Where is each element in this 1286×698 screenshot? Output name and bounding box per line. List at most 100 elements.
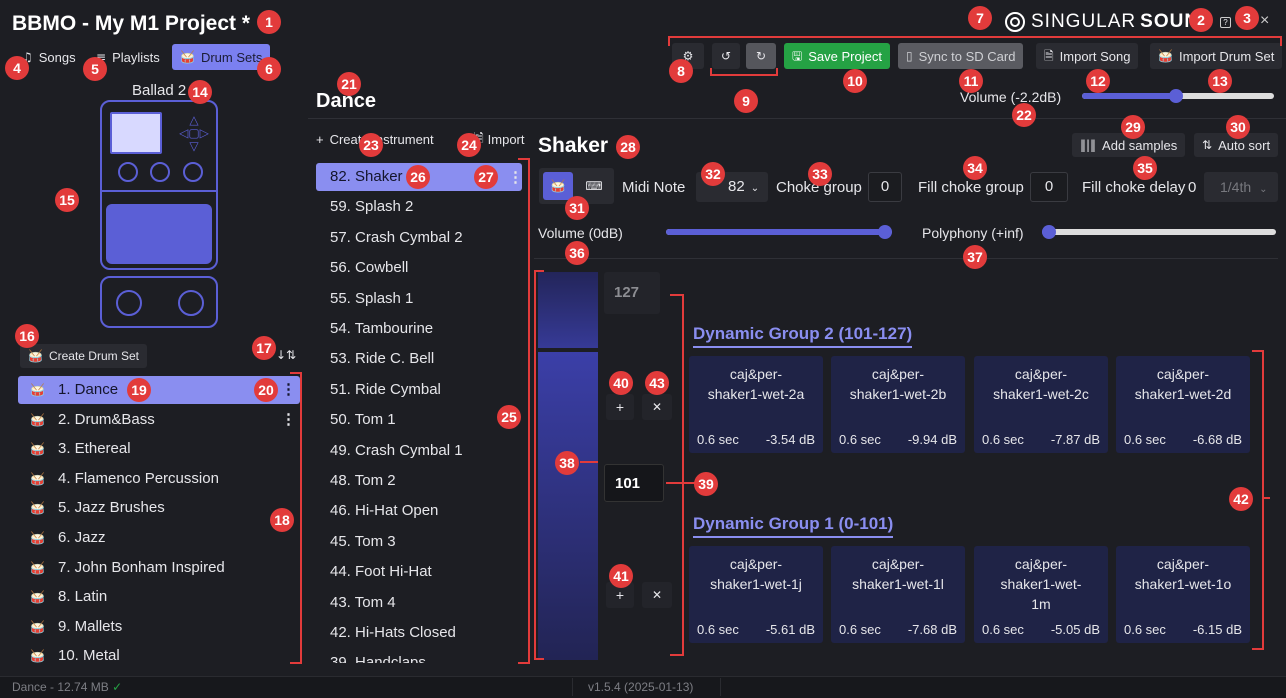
- sample-card[interactable]: caj&per-shaker1-wet-2d 0.6 sec -6.68 dB: [1116, 356, 1250, 453]
- window-title: BBMO - My M1 Project *: [12, 12, 251, 35]
- callout-badge: 1: [257, 10, 281, 34]
- pedal-aux-switch[interactable]: [100, 276, 218, 328]
- chevron-down-icon: ⌄: [750, 183, 760, 194]
- instrument-label: 49. Crash Cymbal 1: [330, 441, 463, 459]
- tab-drum-sets-label: Drum Sets: [200, 49, 263, 65]
- callout-badge: 19: [127, 378, 151, 402]
- sample-card[interactable]: caj&per-shaker1-wet-1o 0.6 sec -6.15 dB: [1116, 546, 1250, 643]
- create-instrument-button[interactable]: + Create Instrument: [316, 132, 466, 147]
- instrument-title: Shaker: [538, 134, 609, 157]
- callout-badge: 16: [15, 324, 39, 348]
- delete-group-icon[interactable]: ✕: [642, 582, 672, 608]
- sample-duration: 0.6 sec: [697, 432, 739, 447]
- fill-choke-delay-label: Fill choke delay: [1082, 179, 1186, 196]
- delete-group-icon[interactable]: ✕: [642, 394, 672, 420]
- save-project-label: Save Project: [808, 48, 882, 64]
- sample-duration: 0.6 sec: [697, 622, 739, 637]
- sample-card[interactable]: caj&per-shaker1-wet-2a 0.6 sec -3.54 dB: [689, 356, 823, 453]
- instrument-label: 42. Hi-Hats Closed: [330, 624, 456, 641]
- instrument-item[interactable]: 55. Splash 1: [316, 285, 522, 313]
- tab-drum-sets[interactable]: 🥁 Drum Sets: [172, 44, 271, 70]
- sample-card[interactable]: caj&per-shaker1-wet-1j 0.6 sec -5.61 dB: [689, 546, 823, 643]
- drum-view-button[interactable]: 🥁: [543, 172, 573, 200]
- callout-badge: 12: [1086, 69, 1110, 93]
- sample-card[interactable]: caj&per-shaker1-wet-1l 0.6 sec -7.68 dB: [831, 546, 965, 643]
- instrument-item[interactable]: 43. Tom 4: [316, 589, 522, 617]
- drum-set-item[interactable]: 🥁 9. Mallets: [18, 613, 300, 641]
- drum-set-label: 8. Latin: [58, 588, 108, 606]
- fill-choke-group-input[interactable]: 0: [1030, 172, 1068, 202]
- velocity-marker-bracket: [670, 294, 684, 656]
- velocity-bar-bottom[interactable]: [538, 352, 598, 660]
- callout-badge: 14: [188, 80, 212, 104]
- undo-button[interactable]: ↺: [712, 43, 740, 69]
- import-song-button[interactable]: 🗎 Import Song: [1036, 43, 1139, 69]
- pedal-device[interactable]: △ ◁▢▷ ▽: [100, 100, 218, 270]
- drum-set-item[interactable]: 🥁 7. John Bonham Inspired: [18, 554, 300, 582]
- instrument-item[interactable]: 39. Handclaps: [316, 649, 522, 663]
- pedal-knob: [183, 162, 203, 182]
- drum-set-item[interactable]: 🥁 10. Metal: [18, 642, 300, 670]
- instrument-item[interactable]: 45. Tom 3: [316, 528, 522, 556]
- drum-set-item[interactable]: 🥁 4. Flamenco Percussion: [18, 465, 300, 493]
- instrument-item[interactable]: 51. Ride Cymbal: [316, 376, 522, 404]
- instrument-item[interactable]: 48. Tom 2: [316, 467, 522, 495]
- close-icon[interactable]: ×: [1260, 12, 1269, 30]
- create-drum-set-button[interactable]: 🥁 Create Drum Set: [20, 344, 147, 368]
- sample-card[interactable]: caj&per-shaker1-wet-2c 0.6 sec -7.87 dB: [974, 356, 1108, 453]
- sd-card-icon: ▯: [906, 49, 913, 63]
- waveform-icon: ‖|‖: [1080, 138, 1097, 152]
- redo-button[interactable]: ↻: [746, 43, 776, 69]
- instrument-label: 50. Tom 1: [330, 411, 396, 429]
- add-group-button[interactable]: +: [606, 394, 634, 420]
- drum-set-item[interactable]: 🥁 3. Ethereal: [18, 435, 300, 463]
- velocity-split-input[interactable]: 101: [604, 464, 664, 502]
- import-song-label: Import Song: [1059, 48, 1131, 64]
- callout-badge: 5: [83, 57, 107, 81]
- sample-card[interactable]: caj&per-shaker1-wet-2b 0.6 sec -9.94 dB: [831, 356, 965, 453]
- import-drum-set-button[interactable]: 🥁 Import Drum Set: [1150, 43, 1283, 69]
- drum-set-item[interactable]: 🥁 2. Drum&Bass ⋮: [18, 406, 300, 434]
- instrument-item[interactable]: 50. Tom 1: [316, 406, 522, 434]
- velocity-bar-top[interactable]: [538, 272, 598, 348]
- drum-icon: 🥁: [28, 349, 43, 363]
- add-samples-label: Add samples: [1102, 137, 1178, 153]
- sample-duration: 0.6 sec: [1124, 432, 1166, 447]
- help-icon[interactable]: ?: [1220, 17, 1231, 28]
- instrument-item[interactable]: 53. Ride C. Bell: [316, 345, 522, 373]
- import-instrument-button[interactable]: 🗎Import: [474, 132, 530, 147]
- section-divider: [534, 258, 1278, 259]
- instrument-item[interactable]: 57. Crash Cymbal 2: [316, 224, 522, 252]
- drum-set-item[interactable]: 🥁 6. Jazz: [18, 524, 300, 552]
- instrument-volume-slider[interactable]: [666, 225, 892, 239]
- fill-choke-delay-select[interactable]: 1/4th ⌄: [1204, 172, 1278, 202]
- callout-badge: 15: [55, 188, 79, 212]
- drum-icon: 🥁: [30, 560, 45, 575]
- save-project-button[interactable]: 🖫 Save Project: [784, 43, 890, 69]
- drum-set-label: 5. Jazz Brushes: [58, 499, 165, 517]
- callout-badge: 28: [616, 135, 640, 159]
- instrument-item[interactable]: 42. Hi-Hats Closed: [316, 619, 522, 647]
- aux-button: [116, 290, 142, 316]
- drum-set-item[interactable]: 🥁 5. Jazz Brushes: [18, 494, 300, 522]
- instrument-item[interactable]: 46. Hi-Hat Open: [316, 497, 522, 525]
- sort-icon[interactable]: ↓⇅: [276, 348, 296, 362]
- keyboard-view-button[interactable]: ⌨: [579, 172, 609, 200]
- drum-set-item[interactable]: 🥁 8. Latin: [18, 583, 300, 611]
- sample-duration: 0.6 sec: [982, 622, 1024, 637]
- instrument-item[interactable]: 59. Splash 2: [316, 193, 522, 221]
- sample-card[interactable]: caj&per-shaker1-wet-1m 0.6 sec -5.05 dB: [974, 546, 1108, 643]
- choke-group-input[interactable]: 0: [868, 172, 902, 202]
- check-icon: ✓: [112, 680, 123, 694]
- callout-badge: 3: [1235, 6, 1259, 30]
- instrument-item[interactable]: 54. Tambourine: [316, 315, 522, 343]
- instrument-item[interactable]: 44. Foot Hi-Hat: [316, 558, 522, 586]
- instrument-label: 56. Cowbell: [330, 259, 409, 277]
- master-volume-slider[interactable]: [1082, 89, 1274, 103]
- chevron-down-icon: ⌄: [1259, 184, 1268, 195]
- instrument-item[interactable]: 56. Cowbell: [316, 254, 522, 282]
- sample-name: caj&per-shaker1-wet-1j: [710, 556, 802, 592]
- sync-sd-button[interactable]: ▯ Sync to SD Card: [898, 43, 1024, 69]
- instrument-item[interactable]: 49. Crash Cymbal 1: [316, 437, 522, 465]
- polyphony-slider[interactable]: [1042, 225, 1276, 239]
